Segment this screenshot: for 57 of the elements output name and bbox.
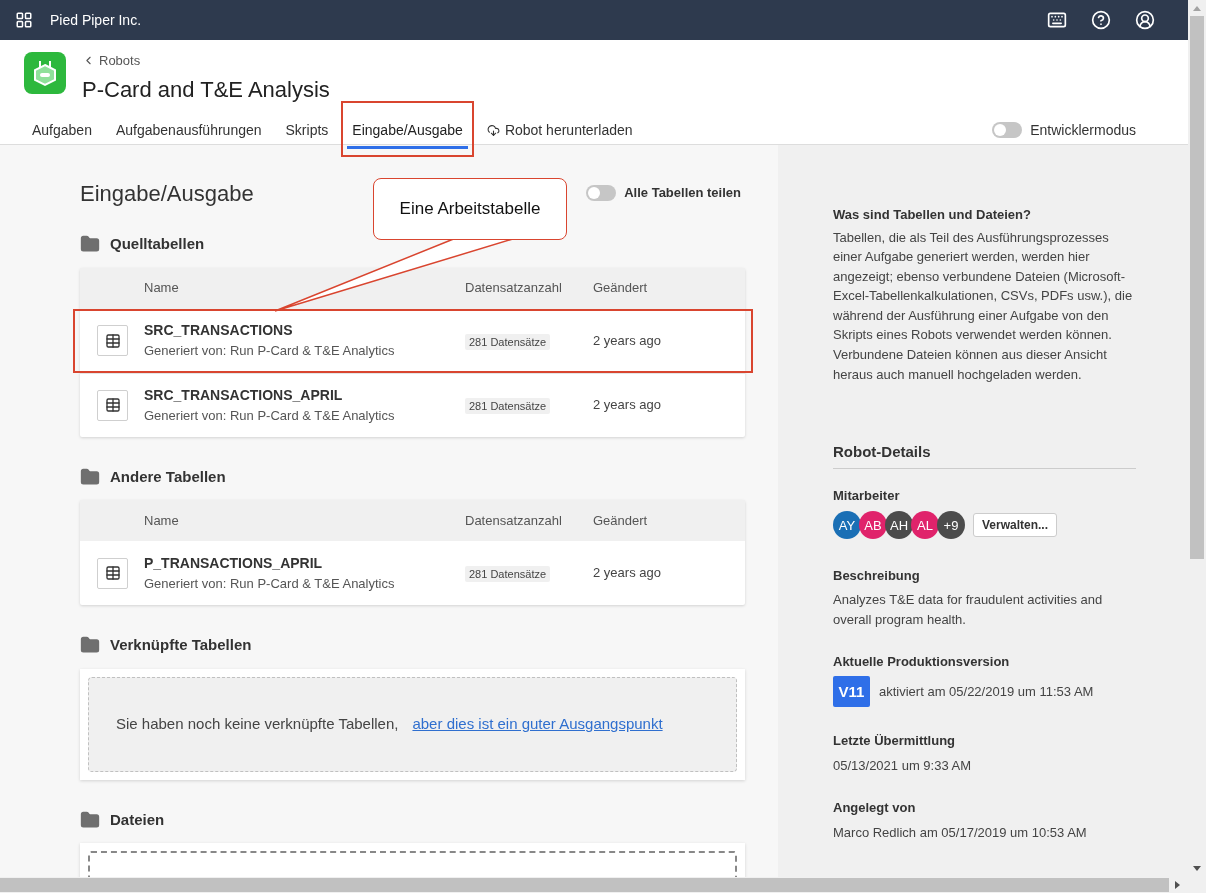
changed-time: 2 years ago: [593, 331, 662, 350]
table-row[interactable]: SRC_TRANSACTIONS Generiert von: Run P-Card & T&E Analytics 281 Datensätze 2 years ago: [80, 308, 745, 373]
help-text: Tabellen, die als Teil des Ausführungsprozesses einer Aufgabe generiert werden, werden hier angezeigt; ebenso verbundene Dateien (Microsoft-Excel-Tabellenkalkulationen, CSVs, PDFs usw.), die während der Ausführung einer Aufgabe von den Skripts eines Robots verwendet werden können. Verbundene Dateien können aus dieser Ansicht heraus auch manuell hochgeladen werden.: [833, 228, 1134, 384]
section-title: Quelltabellen: [110, 234, 205, 254]
record-count: 281 Datensätze: [465, 398, 551, 414]
record-count: 281 Datensätze: [465, 566, 551, 582]
start-link[interactable]: aber dies ist ein guter Ausgangspunkt: [412, 712, 663, 736]
table-name[interactable]: SRC_TRANSACTIONS_APRIL: [144, 384, 465, 406]
avatar[interactable]: AH: [885, 511, 913, 540]
commit-date: 05/13/2021 um 9:33 AM: [833, 756, 973, 775]
toggle-label: Entwicklermodus: [1030, 120, 1136, 140]
empty-message: Sie haben noch keine verknüpfte Tabellen,: [116, 713, 399, 734]
record-count: 281 Datensätze: [465, 333, 551, 350]
field-label: Aktuelle Produktionsversion: [833, 652, 1011, 671]
org-name: Pied Piper Inc.: [50, 10, 142, 30]
help-title: Was sind Tabellen und Dateien?: [833, 206, 1032, 224]
generated-by: Generiert von: Run P-Card & T&E Analytics: [144, 574, 396, 593]
creator-text: Marco Redlich am 05/17/2019 um 10:53 AM: [833, 823, 1088, 842]
section-title: Dateien: [110, 809, 165, 830]
changed-time: 2 years ago: [593, 564, 662, 583]
table-row[interactable]: SRC_TRANSACTIONS_APRIL Generiert von: Run P-Card & T&E Analytics 281 Datensätze 2 years ago: [80, 372, 745, 437]
avatar[interactable]: AL: [911, 511, 939, 540]
details-heading: Robot-Details: [833, 441, 1136, 469]
column-header: Datensatzanzahl: [465, 279, 563, 298]
tab[interactable]: Skripts: [280, 114, 334, 149]
page-title: P-Card and T&E Analysis: [82, 75, 330, 104]
tab[interactable]: Aufgabenausführungen: [110, 114, 267, 149]
section-title: Andere Tabellen: [110, 466, 226, 487]
generated-by: Generiert von: Run P-Card & T&E Analytics: [144, 342, 396, 361]
version-badge: V11: [833, 676, 870, 708]
breadcrumb-link[interactable]: Robots: [99, 51, 141, 71]
table-name[interactable]: SRC_TRANSACTIONS: [144, 320, 465, 342]
avatar[interactable]: AY: [833, 511, 861, 540]
callout: Eine Arbeitstabelle: [373, 178, 567, 240]
version-date: aktiviert am 05/22/2019 um 11:53 AM: [879, 683, 1094, 701]
column-header: Name: [144, 511, 180, 530]
field-label: Mitarbeiter: [833, 486, 901, 505]
description-text: Analyzes T&E data for fraudulent activities and overall program health.: [833, 590, 1104, 629]
section-heading: Eingabe/Ausgabe: [80, 179, 254, 208]
field-label: Beschreibung: [833, 567, 921, 586]
table-row[interactable]: P_TRANSACTIONS_APRIL Generiert von: Run P-Card & T&E Analytics 281 Datensätze 2 years ago: [80, 541, 745, 605]
avatar[interactable]: +9: [937, 511, 965, 540]
toggle-label: Alle Tabellen teilen: [624, 184, 741, 203]
field-label: Letzte Übermittlung: [833, 732, 957, 751]
manage-button[interactable]: Verwalten...: [973, 513, 1058, 538]
avatar[interactable]: AB: [859, 511, 887, 540]
tab[interactable]: Aufgaben: [27, 114, 97, 149]
column-header: Name: [144, 279, 180, 298]
changed-time: 2 years ago: [593, 396, 662, 415]
download-link[interactable]: Robot herunterladen: [481, 114, 638, 149]
field-label: Angelegt von: [833, 799, 917, 818]
table-name[interactable]: P_TRANSACTIONS_APRIL: [144, 552, 465, 574]
column-header: Geändert: [593, 511, 649, 530]
generated-by: Generiert von: Run P-Card & T&E Analytics: [144, 406, 396, 425]
column-header: Geändert: [593, 279, 649, 298]
section-title: Verknüpfte Tabellen: [110, 635, 252, 655]
column-header: Datensatzanzahl: [465, 511, 563, 530]
